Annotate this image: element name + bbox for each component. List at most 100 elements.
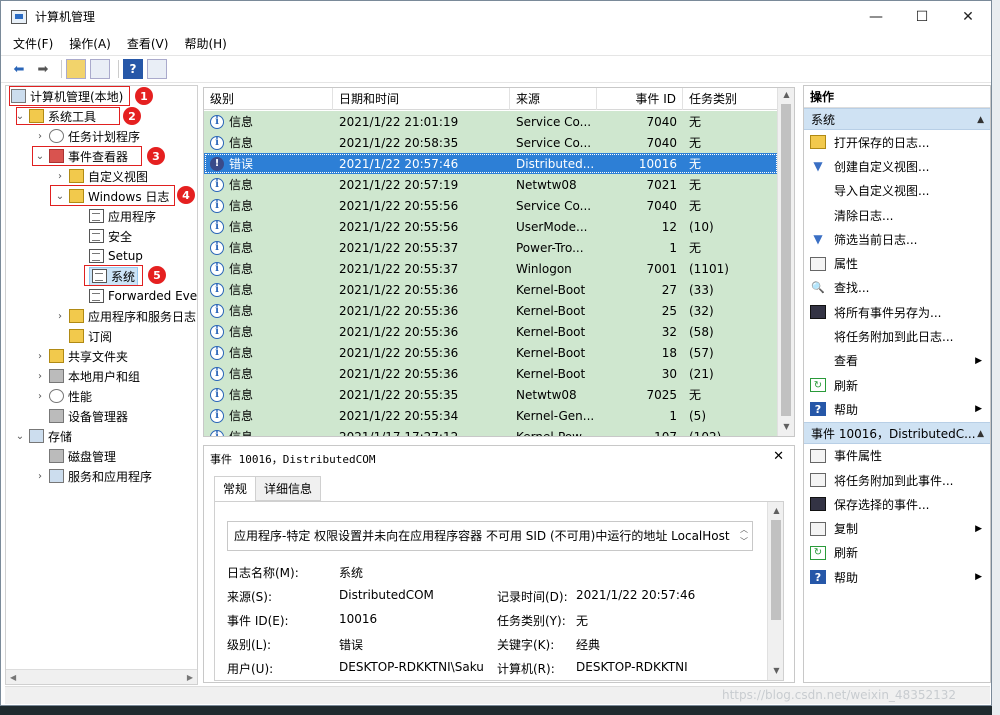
collapse-icon[interactable]: ▲ [977,109,984,129]
scroll-down-icon[interactable]: ▼ [768,664,783,678]
table-row[interactable]: i 信息 2021/1/22 20:55:35 Netwtw08 7025 无 [204,384,778,405]
scrollbar-thumb[interactable] [771,520,781,620]
collapse-icon[interactable]: ▲ [977,423,984,443]
action-item[interactable]: ▼ 创建自定义视图... [804,154,990,178]
action-item[interactable]: 将任务附加到此事件... [804,468,990,492]
table-row[interactable]: i 信息 2021/1/17 17:27:12 Kernel-Pow... 107 (10… [204,426,778,436]
tree-horizontal-scrollbar[interactable]: ◀ ▶ [6,669,197,684]
table-row[interactable]: ! 错误 2021/1/22 20:57:46 Distributed... 10016… [204,153,778,174]
scroll-up-icon[interactable]: ▲ [778,88,794,102]
table-row[interactable]: i 信息 2021/1/22 20:57:19 Netwtw08 7021 无 [204,174,778,195]
tab-details[interactable]: 详细信息 [255,476,322,501]
cell-task: (32) [689,303,714,318]
chevron-right-icon[interactable]: › [34,471,46,482]
menu-view[interactable]: 查看(V) [127,35,169,52]
action-item[interactable]: 保存选择的事件... [804,492,990,516]
column-header-event-id[interactable]: 事件 ID [597,88,683,110]
column-header-task-category[interactable]: 任务类别 [683,88,778,110]
scrollbar-thumb[interactable] [781,104,791,416]
table-row[interactable]: i 信息 2021/1/22 20:58:35 Service Co... 7040 无 [204,132,778,153]
show-hide-tree-icon[interactable] [90,59,110,79]
menu-action[interactable]: 操作(A) [69,35,111,52]
action-item[interactable]: 将任务附加到此日志... [804,324,990,348]
tree-item-shared-folders[interactable]: › 共享文件夹 [34,346,128,366]
back-arrow-icon[interactable]: ⬅ [9,59,29,79]
tree-item-subscriptions[interactable]: 订阅 [69,326,112,346]
action-item[interactable]: ▼ 筛选当前日志... [804,227,990,251]
table-row[interactable]: i 信息 2021/1/22 20:55:36 Kernel-Boot 27 (33) [204,279,778,300]
maximize-button[interactable]: ☐ [899,1,945,32]
chevron-right-icon[interactable]: › [34,131,46,142]
event-message[interactable]: 应用程序-特定 权限设置并未向在应用程序容器 不可用 SID (不可用)中运行的… [227,521,753,551]
properties-icon [810,448,826,463]
column-header-source[interactable]: 来源 [510,88,597,110]
table-row[interactable]: i 信息 2021/1/22 20:55:56 Service Co... 7040 无 [204,195,778,216]
forward-arrow-icon[interactable]: ➡ [33,59,53,79]
tree-item-disk-management[interactable]: 磁盘管理 [49,446,116,466]
tree-item-custom-views[interactable]: › 自定义视图 [54,166,148,186]
chevron-right-icon[interactable]: › [34,371,46,382]
tree-item-services-applications[interactable]: › 服务和应用程序 [34,466,152,486]
close-detail-icon[interactable]: ✕ [773,449,784,464]
menu-file[interactable]: 文件(F) [13,35,53,52]
table-row[interactable]: i 信息 2021/1/22 20:55:37 Power-Tro... 1 无 [204,237,778,258]
action-item[interactable]: 🔍 查找... [804,276,990,300]
help-icon[interactable]: ? [123,59,143,79]
action-item[interactable]: 打开保存的日志... [804,130,990,154]
action-item[interactable]: 事件属性 [804,444,990,468]
action-item[interactable]: 将所有事件另存为... [804,300,990,324]
action-item[interactable]: 清除日志... [804,203,990,227]
action-item[interactable]: 查看 ▶ [804,349,990,373]
tree-item-forwarded-events[interactable]: Forwarded Eve [89,286,197,306]
actions-section-system[interactable]: 系统 ▲ [804,108,990,130]
minimize-button[interactable]: — [853,1,899,32]
tab-general[interactable]: 常规 [214,476,257,502]
table-row[interactable]: i 信息 2021/1/22 20:55:34 Kernel-Gen... 1 (5) [204,405,778,426]
table-row[interactable]: i 信息 2021/1/22 20:55:36 Kernel-Boot 30 (21) [204,363,778,384]
tree-item-storage[interactable]: ⌄ 存储 [14,426,72,446]
tree-item-task-scheduler[interactable]: › 任务计划程序 [34,126,140,146]
action-item[interactable]: ? 帮助 ▶ [804,565,990,589]
column-header-level[interactable]: 级别 [204,88,333,110]
show-hide-action-pane-icon[interactable] [147,59,167,79]
action-item[interactable]: ↻ 刷新 [804,373,990,397]
actions-section-event[interactable]: 事件 10016，DistributedC... ▲ [804,421,990,444]
chevron-right-icon[interactable]: › [34,391,46,402]
tree-item-application-log[interactable]: 应用程序 [89,206,156,226]
tree-item-local-users-groups[interactable]: › 本地用户和组 [34,366,140,386]
tree-item-label: 本地用户和组 [68,369,141,384]
chevron-right-icon[interactable]: › [34,351,46,362]
tree-item-setup-log[interactable]: Setup [89,246,143,266]
action-item[interactable]: 复制 ▶ [804,516,990,540]
task-icon [810,473,826,487]
action-item[interactable]: 导入自定义视图... [804,179,990,203]
chevron-down-icon[interactable]: ⌄ [14,431,26,442]
chevron-right-icon[interactable]: › [54,171,66,182]
cell-datetime: 2021/1/22 20:55:36 [339,324,459,339]
column-header-datetime[interactable]: 日期和时间 [333,88,510,110]
tree-item-security-log[interactable]: 安全 [89,226,132,246]
chevron-right-icon[interactable]: › [54,311,66,322]
table-row[interactable]: i 信息 2021/1/22 20:55:36 Kernel-Boot 25 (32) [204,300,778,321]
message-scroll-icon[interactable]: ︿ ﹀ [740,524,748,548]
annotation-number-1: 1 [135,87,153,105]
table-row[interactable]: i 信息 2021/1/22 21:01:19 Service Co... 7040 无 [204,111,778,132]
tree-item-device-manager[interactable]: 设备管理器 [49,406,128,426]
table-row[interactable]: i 信息 2021/1/22 20:55:37 Winlogon 7001 (1101) [204,258,778,279]
table-row[interactable]: i 信息 2021/1/22 20:55:36 Kernel-Boot 18 (57) [204,342,778,363]
table-row[interactable]: i 信息 2021/1/22 20:55:56 UserMode... 12 (10) [204,216,778,237]
close-button[interactable]: ✕ [945,1,991,32]
detail-vertical-scrollbar[interactable]: ▲ ▼ [767,502,783,680]
action-item[interactable]: ? 帮助 ▶ [804,397,990,421]
action-label: 属性 [834,257,859,272]
tree-item-performance[interactable]: › 性能 [34,386,92,406]
up-folder-icon[interactable] [66,59,86,79]
events-vertical-scrollbar[interactable]: ▲ ▼ [777,88,794,436]
menu-help[interactable]: 帮助(H) [184,35,226,52]
action-item[interactable]: 属性 [804,251,990,275]
table-row[interactable]: i 信息 2021/1/22 20:55:36 Kernel-Boot 32 (58) [204,321,778,342]
tree-item-app-service-logs[interactable]: › 应用程序和服务日志 [54,306,196,326]
scroll-down-icon[interactable]: ▼ [778,420,794,434]
scroll-up-icon[interactable]: ▲ [768,504,783,518]
action-item[interactable]: ↻ 刷新 [804,541,990,565]
